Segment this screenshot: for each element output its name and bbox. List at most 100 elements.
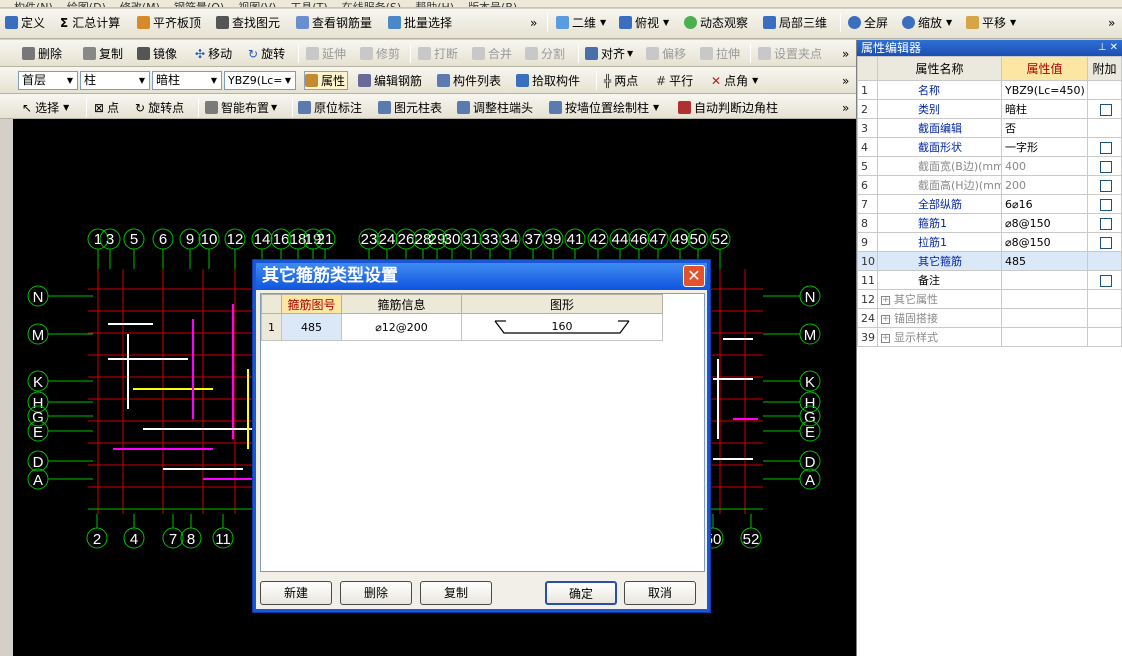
parallel-button[interactable]: # 平行: [656, 71, 693, 90]
property-value[interactable]: 400: [1001, 156, 1088, 176]
shape-cell[interactable]: 160: [461, 313, 663, 341]
table-row[interactable]: 1 485 ⌀12@200 160: [261, 313, 663, 341]
property-value[interactable]: [1001, 308, 1088, 328]
more-chevron-icon[interactable]: »: [1108, 13, 1115, 32]
property-value[interactable]: [1001, 289, 1088, 309]
break-button[interactable]: 打断: [418, 44, 458, 63]
info-cell[interactable]: ⌀12@200: [341, 313, 462, 341]
close-icon[interactable]: ✕: [683, 265, 705, 287]
column-table-button[interactable]: 图元柱表: [378, 98, 442, 117]
menu-item[interactable]: 钢筋量(Q): [174, 2, 224, 7]
property-row[interactable]: 9 拉筋1 ⌀8@150: [857, 232, 1122, 252]
rotate-point-button[interactable]: ↻ 旋转点: [135, 98, 184, 117]
point-button[interactable]: ⊠ 点: [94, 98, 119, 117]
point-angle-dropdown[interactable]: ✕ 点角 ▼: [711, 71, 758, 90]
menu-item[interactable]: 工具(T): [290, 2, 327, 7]
component-list-button[interactable]: 构件列表: [437, 71, 501, 90]
property-row[interactable]: 5 截面宽(B边)(mm) 400: [857, 156, 1122, 176]
set-grip-button[interactable]: 设置夹点: [758, 44, 822, 63]
local-3d-button[interactable]: 局部三维: [763, 13, 827, 32]
adjust-head-button[interactable]: 调整柱端头: [457, 98, 533, 117]
floor-select[interactable]: 首层 ▼: [18, 71, 78, 90]
property-row[interactable]: 39 + 显示样式: [857, 327, 1122, 347]
property-row[interactable]: 3 截面编辑否: [857, 118, 1122, 138]
menu-item[interactable]: 构件(N): [14, 2, 53, 7]
menu-item[interactable]: 绘图(D): [67, 2, 106, 7]
property-row[interactable]: 2 类别 暗柱: [857, 99, 1122, 119]
trim-button[interactable]: 修剪: [360, 44, 400, 63]
delete-button[interactable]: 删除: [340, 581, 412, 605]
component-select[interactable]: YBZ9(Lc= ▼: [224, 71, 296, 90]
edit-rebar-button[interactable]: 编辑钢筋: [358, 71, 422, 90]
mirror-button[interactable]: 镜像: [137, 44, 177, 63]
more-chevron-icon[interactable]: »: [842, 71, 849, 90]
property-row[interactable]: 1 名称 YBZ9(Lc=450): [857, 80, 1122, 100]
move-button[interactable]: ✣ 移动: [195, 44, 232, 63]
property-value[interactable]: [1001, 327, 1088, 347]
menu-item[interactable]: 帮助(H): [415, 2, 454, 7]
zoom-dropdown[interactable]: 缩放 ▼: [902, 13, 952, 32]
ok-button[interactable]: 确定: [545, 581, 617, 605]
floor-top-button[interactable]: 平齐板顶: [137, 13, 201, 32]
menu-item[interactable]: 视图(V): [238, 2, 276, 7]
menu-item[interactable]: 在线服务(S): [342, 2, 402, 7]
new-button[interactable]: 新建: [260, 581, 332, 605]
attribute-button[interactable]: 属性: [304, 71, 349, 90]
view-rebar-button[interactable]: 查看钢筋量: [296, 13, 372, 32]
menu-item[interactable]: 修改(M): [120, 2, 160, 7]
property-row[interactable]: 11 备注: [857, 270, 1122, 290]
type-select[interactable]: 暗柱 ▼: [152, 71, 222, 90]
auto-corner-button[interactable]: 自动判断边角柱: [678, 98, 778, 117]
menu-item[interactable]: 版本号(B): [468, 2, 517, 7]
pin-close-icons[interactable]: ⊥ ✕: [1098, 40, 1118, 56]
two-point-button[interactable]: ╬ 两点: [604, 71, 638, 90]
expand-icon[interactable]: +: [881, 333, 890, 343]
expand-icon[interactable]: +: [881, 295, 890, 305]
align-dropdown[interactable]: 对齐 ▼: [585, 44, 633, 63]
attach-checkbox[interactable]: [1100, 141, 1112, 154]
property-row[interactable]: 4 截面形状 一字形: [857, 137, 1122, 157]
sum-button[interactable]: Σ 汇总计算: [60, 13, 120, 32]
category-select[interactable]: 柱 ▼: [80, 71, 150, 90]
copy-button[interactable]: 复制: [420, 581, 492, 605]
property-value[interactable]: 200: [1001, 175, 1088, 195]
top-view-dropdown[interactable]: 俯视 ▼: [619, 13, 669, 32]
property-value[interactable]: 6⌀16: [1001, 194, 1088, 214]
property-row[interactable]: 6 截面高(H边)(mm) 200: [857, 175, 1122, 195]
select-dropdown[interactable]: ↖ 选择 ▼: [22, 98, 69, 117]
rotate-button[interactable]: ↻ 旋转: [248, 44, 285, 63]
more-chevron-icon[interactable]: »: [842, 98, 849, 117]
shape-no-cell[interactable]: 485: [281, 313, 342, 341]
more-chevron-icon[interactable]: »: [842, 44, 849, 63]
smart-layout-dropdown[interactable]: 智能布置 ▼: [205, 98, 277, 117]
attach-checkbox[interactable]: [1100, 160, 1112, 173]
property-value[interactable]: ⌀8@150: [1001, 213, 1088, 233]
property-value[interactable]: 否: [1001, 118, 1088, 138]
property-value[interactable]: ⌀8@150: [1001, 232, 1088, 252]
merge-button[interactable]: 合并: [472, 44, 512, 63]
delete-button[interactable]: 删除: [22, 44, 62, 63]
property-value[interactable]: [1001, 270, 1088, 290]
attach-checkbox[interactable]: [1100, 198, 1112, 211]
attach-checkbox[interactable]: [1100, 274, 1112, 287]
property-value[interactable]: 暗柱: [1001, 99, 1088, 119]
pan-dropdown[interactable]: 平移 ▼: [966, 13, 1016, 32]
attach-checkbox[interactable]: [1100, 236, 1112, 249]
property-row[interactable]: 24 + 锚固搭接: [857, 308, 1122, 328]
extend-button[interactable]: 延伸: [306, 44, 346, 63]
fullscreen-button[interactable]: 全屏: [848, 13, 888, 32]
define-button[interactable]: 定义: [5, 13, 45, 32]
more-chevron-icon[interactable]: »: [530, 13, 537, 32]
expand-icon[interactable]: +: [881, 314, 890, 324]
property-row[interactable]: 8 箍筋1 ⌀8@150: [857, 213, 1122, 233]
find-element-button[interactable]: 查找图元: [216, 13, 280, 32]
stretch-button[interactable]: 拉伸: [700, 44, 740, 63]
property-row[interactable]: 12 + 其它属性: [857, 289, 1122, 309]
property-value[interactable]: 485: [1001, 251, 1088, 271]
property-row[interactable]: 7 全部纵筋 6⌀16: [857, 194, 1122, 214]
batch-select-button[interactable]: 批量选择: [388, 13, 452, 32]
dynamic-view-button[interactable]: 动态观察: [684, 13, 748, 32]
split-button[interactable]: 分割: [525, 44, 565, 63]
view-2d-dropdown[interactable]: 二维 ▼: [556, 13, 606, 32]
copy-button[interactable]: 复制: [83, 44, 123, 63]
